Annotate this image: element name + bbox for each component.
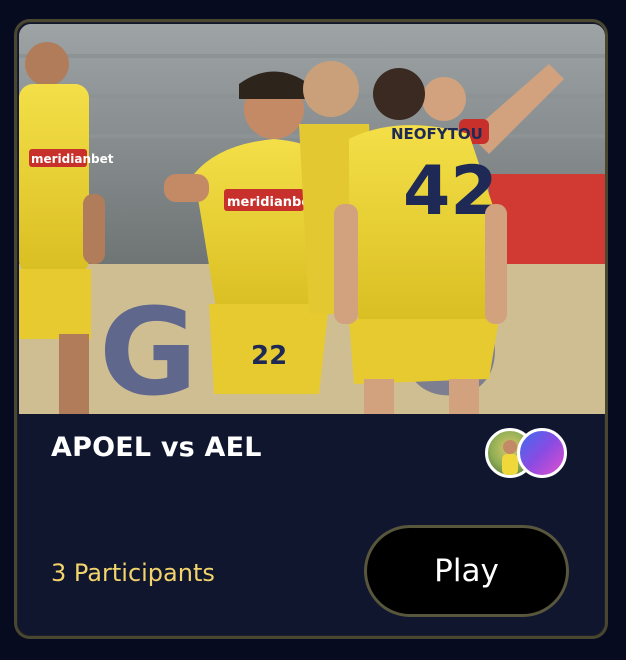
avatar bbox=[517, 428, 567, 478]
play-button[interactable]: Play bbox=[364, 525, 569, 617]
sponsor-text-left: meridianbet bbox=[31, 152, 114, 166]
participant-avatars bbox=[485, 428, 571, 478]
player-name: NEOFYTOU bbox=[391, 125, 483, 143]
player-number-42: 42 bbox=[403, 152, 498, 231]
svg-text:G: G bbox=[99, 284, 198, 414]
participants-count: 3 Participants bbox=[51, 559, 215, 587]
match-photo: G O meridianbet meridianbet 22 bbox=[19, 24, 605, 414]
match-title: APOEL vs AEL bbox=[51, 432, 262, 463]
player-number-22: 22 bbox=[251, 341, 287, 371]
match-card[interactable]: G O meridianbet meridianbet 22 bbox=[14, 19, 608, 639]
